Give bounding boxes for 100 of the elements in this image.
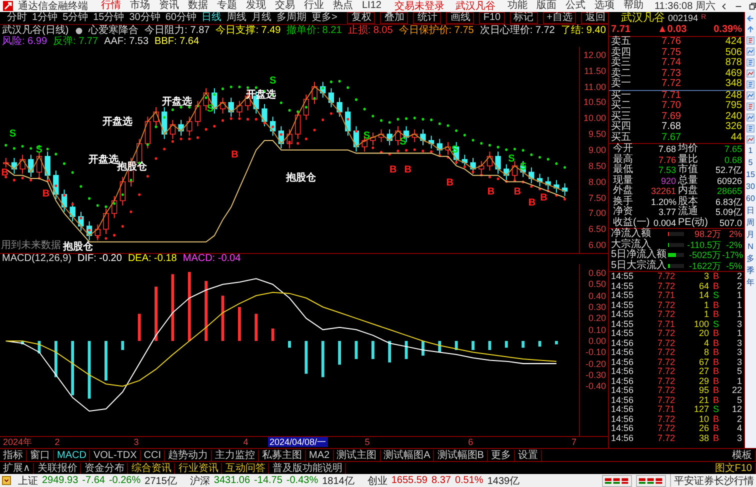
chart-action-button[interactable]: 返回 [581,12,610,24]
period-shortcut[interactable]: 周 [746,218,754,228]
indicator-value: 止损: 8.05 [348,25,393,36]
period-shortcut[interactable]: 多 [746,254,754,264]
menu-item[interactable]: 发现 [244,0,268,12]
period-tab[interactable]: 5分钟 [62,12,88,24]
macd-axis-label: 0.50 [588,279,606,290]
tick-side: B [712,310,720,320]
chart-tool-icon[interactable] [746,58,755,67]
period-tab[interactable]: 更多> [312,12,338,24]
period-shortcut[interactable]: 15 [746,170,755,180]
menu-item[interactable]: 专题 [215,0,239,12]
order-volume: 44 [730,132,742,143]
restore-icon[interactable] [748,2,756,10]
chart-tool-icon[interactable] [746,135,755,144]
chart-tool-icon[interactable] [746,91,755,100]
tick-count: 1 [736,310,742,320]
order-price: 7.68 [660,122,681,132]
menu-item[interactable]: 选项 [592,0,616,12]
stat-value: 1.20% [651,196,676,207]
period-shortcut[interactable]: 季 [746,266,754,276]
period-shortcut[interactable]: 日 [746,206,754,216]
period-tab[interactable]: 60分钟 [165,12,196,24]
menu-item[interactable]: 数据 [186,0,210,12]
chart-action-button[interactable]: 画线 [446,12,474,24]
period-tab[interactable]: 15分钟 [93,12,124,24]
candlestick [70,202,76,222]
period-shortcut[interactable]: 年 [746,278,754,288]
indicator-icon [74,26,83,34]
chart-tool-icon[interactable] [746,69,755,78]
chart-tool-icon[interactable] [746,36,755,45]
macd-value: MACD: -0.04 [182,254,241,264]
tick-side: S [712,320,720,329]
clock: 11:36:08 周六 [654,0,716,12]
stat-label: 市值 [677,165,699,175]
order-level-label: 卖一 [611,79,632,90]
bar [522,340,525,348]
chart-action-button[interactable]: 统计 [413,12,442,24]
chart-tool-icon[interactable] [746,124,755,133]
candlestick [294,110,301,140]
period-tab[interactable]: 周线 [226,12,246,24]
menu-item[interactable]: 功能 [505,0,530,12]
menu-item[interactable]: LI12 [360,0,384,12]
index-percent: -0.26% [108,475,141,486]
indicator-value: BBF: 7.64 [154,36,199,47]
tick-price: 7.72 [656,329,675,338]
tick-volume: 1 [702,300,709,310]
candlestick [103,208,109,234]
period-tab[interactable]: 月线 [252,12,272,24]
tick-volume: 3 [702,272,709,282]
macd-axis-label: -0.30 [585,370,606,380]
tick-price: 7.72 [656,414,675,424]
chart-action-button[interactable]: F10 [479,12,505,24]
menu-item[interactable]: 资讯 [157,0,181,12]
arrow-up-icon[interactable] [746,25,755,34]
period-tab[interactable]: 多周期 [276,12,306,24]
chart-tool-icon[interactable] [746,113,755,122]
tick-count: 12 [730,405,742,414]
signal-marker: S [363,130,370,142]
chart-action-button[interactable]: 复权 [347,12,376,24]
expand-icon[interactable] [2,476,11,485]
period-shortcut[interactable]: 5 [748,158,753,168]
chart-action-button[interactable]: +自选 [542,12,576,24]
tick-count: 1 [736,300,742,310]
flow-percent: -2% [724,240,742,250]
chart-tool-icon[interactable] [746,80,755,89]
tick-count: 3 [736,320,742,329]
stat-label: 最高 [612,154,634,164]
menu-item[interactable]: 行情 [99,0,123,12]
period-shortcut[interactable]: 月 [746,230,754,240]
period-shortcut[interactable]: N [748,242,754,252]
signal-marker: B [390,164,397,176]
period-tab[interactable]: 日线 [202,12,222,24]
signal-marker: B [514,186,521,198]
period-shortcut[interactable]: 1 [748,146,753,156]
bar [472,340,474,350]
stat-label: 现量 [612,176,634,186]
tick-time: 14:56 [611,396,635,405]
stat-value: 920 [660,176,676,186]
menu-item[interactable]: 公式 [563,0,588,12]
period-tab[interactable]: 30分钟 [129,12,160,24]
chart-tool-icon[interactable] [746,102,755,111]
tick-volume: 127 [692,405,709,414]
period-tab[interactable]: 分时 [7,12,27,24]
chart-action-button[interactable]: 叠加 [380,12,408,24]
period-shortcut[interactable]: 60 [746,194,755,204]
menu-item[interactable]: 帮助 [621,0,646,12]
login-status[interactable]: 交易未登录 [394,0,444,12]
arrow-left-icon[interactable] [746,14,755,23]
tick-time: 14:55 [611,291,635,300]
period-shortcut[interactable]: 30 [746,182,755,192]
chart-tool-icon[interactable] [746,47,755,56]
tick-price: 7.72 [656,338,675,348]
menu-item[interactable]: 行业 [302,0,326,12]
bar [554,340,558,344]
period-tab[interactable]: 1分钟 [32,12,58,24]
menu-item[interactable]: 热点 [331,0,355,12]
chart-action-button[interactable]: 标记 [510,12,538,24]
index-change: 8.37 [432,475,451,486]
menu-item[interactable]: 版面 [534,0,558,12]
